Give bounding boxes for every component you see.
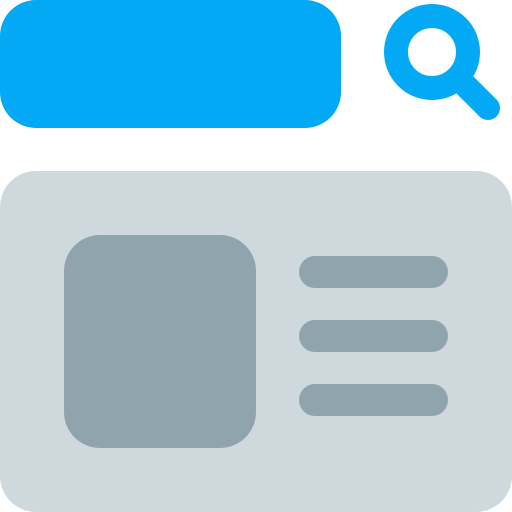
image-placeholder-icon xyxy=(64,235,256,448)
search-input[interactable] xyxy=(0,0,341,128)
browser-illustration xyxy=(0,0,512,512)
text-line-placeholder xyxy=(299,320,448,352)
content-card xyxy=(0,171,512,512)
search-icon-handle xyxy=(448,68,500,120)
text-line-placeholder xyxy=(299,384,448,416)
search-icon[interactable] xyxy=(380,0,512,132)
text-line-placeholder xyxy=(299,256,448,288)
